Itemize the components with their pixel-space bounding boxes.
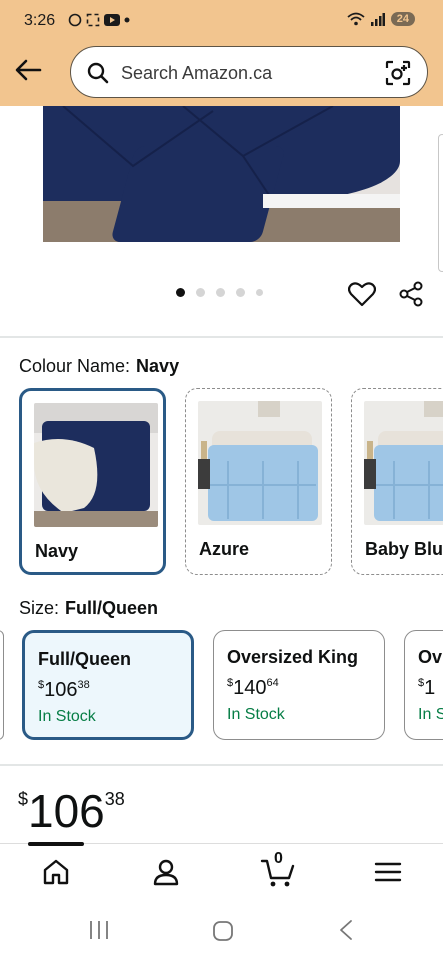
heart-icon[interactable] — [348, 281, 376, 307]
colour-option-label: Azure — [199, 539, 250, 559]
search-placeholder: Search Amazon.ca — [121, 63, 273, 83]
status-time: 3:26 — [24, 12, 56, 29]
home-button-icon[interactable] — [212, 920, 234, 942]
bottom-navigation: 0 — [0, 842, 443, 898]
stock-status: In Stock — [38, 708, 96, 725]
account-icon[interactable] — [150, 856, 182, 888]
size-option-title: Full/Queen — [38, 649, 132, 669]
home-icon[interactable] — [40, 856, 72, 888]
menu-icon[interactable] — [372, 856, 404, 888]
status-bar: 3:26 24 — [0, 0, 443, 44]
back-arrow-icon[interactable] — [14, 58, 42, 82]
colour-option-navy[interactable]: Navy — [19, 388, 166, 575]
whatsapp-icon — [68, 13, 82, 27]
divider — [0, 764, 443, 766]
search-bar[interactable]: Search Amazon.ca — [70, 46, 428, 98]
size-option-price: $10638 — [38, 679, 90, 701]
size-option-title: Ov — [418, 647, 443, 667]
next-image-peek[interactable] — [438, 134, 443, 272]
previous-size-option-peek[interactable] — [0, 630, 4, 740]
share-icon[interactable] — [398, 281, 424, 307]
system-navigation-bar — [0, 898, 443, 960]
search-icon — [87, 62, 109, 84]
size-option-full-queen[interactable]: Full/Queen $10638 In Stock — [22, 630, 194, 740]
size-option-oversized-next[interactable]: Ov $1 In S — [404, 630, 443, 740]
swatch-image — [34, 403, 158, 527]
selected-colour: Navy — [136, 356, 180, 376]
stock-status: In S — [418, 706, 443, 723]
selected-size: Full/Queen — [65, 598, 159, 618]
dot-icon — [124, 17, 130, 23]
colour-option-baby-blue[interactable]: Baby Blu — [351, 388, 443, 575]
carousel-dot[interactable] — [176, 288, 185, 297]
back-icon[interactable] — [338, 919, 354, 941]
divider — [0, 336, 443, 338]
status-right: 24 — [347, 12, 415, 26]
size-option-oversized-king[interactable]: Oversized King $14064 In Stock — [213, 630, 385, 740]
product-page: 3:26 24 Search Amazon.ca Colour Name: Na… — [0, 0, 443, 960]
scan-icon — [86, 13, 100, 27]
colour-option-label: Navy — [35, 541, 79, 561]
cart-count: 0 — [274, 850, 283, 867]
carousel-dot[interactable] — [256, 289, 263, 296]
swatch-image — [364, 401, 443, 525]
signal-icon — [370, 12, 385, 26]
size-option-price: $1 — [418, 677, 436, 699]
cart-button[interactable]: 0 — [260, 850, 296, 888]
size-option-title: Oversized King — [227, 647, 359, 667]
colour-name-label: Colour Name: Navy — [19, 356, 180, 376]
recents-icon[interactable] — [88, 920, 110, 940]
stock-status: In Stock — [227, 706, 285, 723]
carousel-dot[interactable] — [196, 288, 205, 297]
image-carousel-dots — [176, 288, 263, 297]
active-tab-indicator — [28, 842, 84, 846]
battery-indicator: 24 — [390, 12, 415, 26]
camera-search-icon[interactable] — [385, 60, 411, 86]
wifi-icon — [347, 12, 365, 26]
youtube-icon — [104, 14, 120, 26]
size-option-price: $14064 — [227, 677, 279, 699]
colour-option-label: Baby Blu — [365, 539, 443, 559]
product-image[interactable] — [43, 106, 400, 242]
notification-icons — [68, 13, 130, 27]
colour-option-azure[interactable]: Azure — [185, 388, 332, 575]
carousel-dot[interactable] — [216, 288, 225, 297]
app-header: 3:26 24 Search Amazon.ca — [0, 0, 443, 106]
product-price: $10638 — [18, 785, 125, 837]
swatch-image — [198, 401, 322, 525]
carousel-dot[interactable] — [236, 288, 245, 297]
size-label: Size: Full/Queen — [19, 598, 159, 618]
